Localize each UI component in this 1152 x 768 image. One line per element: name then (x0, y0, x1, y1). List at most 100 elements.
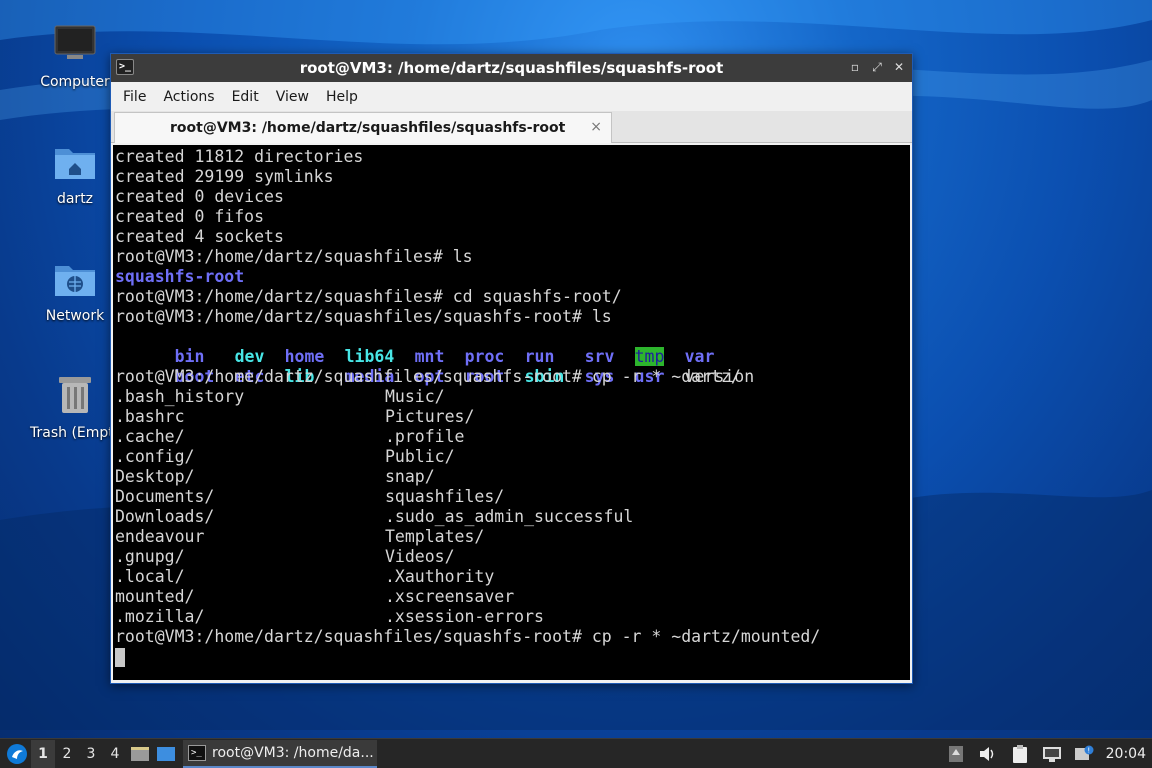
home-entry-left: endeavour (115, 527, 205, 546)
terminal-window: >_ root@VM3: /home/dartz/squashfiles/squ… (110, 53, 913, 684)
home-entry-left: .local/ (115, 567, 185, 586)
ls-entry: dev (234, 347, 265, 366)
tab-terminal[interactable]: root@VM3: /home/dartz/squashfiles/squash… (114, 112, 612, 143)
minimize-icon[interactable]: ▫ (848, 59, 862, 75)
home-folder-icon (55, 149, 95, 179)
lubuntu-logo-icon (7, 743, 27, 764)
ls-entry: home (284, 347, 325, 366)
home-entry-right: Pictures/ (385, 407, 475, 426)
maximize-icon[interactable]: ⤢ (870, 59, 884, 75)
tray-network[interactable] (1038, 740, 1066, 768)
window-controls: ▫ ⤢ ✕ (848, 59, 906, 75)
svg-text:!: ! (1087, 746, 1090, 754)
desktop-icon-network[interactable]: Network (30, 260, 120, 324)
tab-label: root@VM3: /home/dartz/squashfiles/squash… (170, 120, 566, 136)
home-entry-left: Documents/ (115, 487, 215, 506)
home-entry-right: Music/ (385, 387, 445, 406)
home-entry-right: .Xauthority (385, 567, 495, 586)
terminal-output[interactable]: created 11812 directories created 29199 … (113, 145, 910, 680)
clipboard-icon (1012, 744, 1027, 763)
home-listing-row: mounted/ .xscreensaver (115, 587, 910, 607)
home-listing-row: Downloads/ .sudo_as_admin_successful (115, 507, 910, 527)
home-listing-row: .bashrc Pictures/ (115, 407, 910, 427)
desktop-icon-label: dartz (56, 191, 94, 207)
menu-edit[interactable]: Edit (231, 89, 267, 105)
update-icon (948, 745, 963, 762)
workspace-2[interactable]: 2 (55, 740, 79, 768)
home-entry-left: .bash_history (115, 387, 245, 406)
tray-up-arrow[interactable] (942, 740, 970, 768)
desktop-icon-home[interactable]: dartz (30, 143, 120, 207)
taskbar: 1 2 3 4 >_ root@VM3: /home/da... ! 20:04 (0, 738, 1152, 768)
window-titlebar[interactable]: >_ root@VM3: /home/dartz/squashfiles/squ… (111, 54, 912, 82)
system-tray: ! 20:04 (942, 740, 1152, 768)
home-listing: .bash_history Music/.bashrc Pictures/.cach… (115, 387, 910, 627)
tray-notification[interactable]: ! (1070, 740, 1098, 768)
home-entry-left: .mozilla/ (115, 607, 205, 626)
tab-close-icon[interactable]: × (590, 119, 602, 135)
menu-help[interactable]: Help (325, 89, 366, 105)
home-entry-right: squashfiles/ (385, 487, 505, 506)
home-entry-left: Desktop/ (115, 467, 195, 486)
show-desktop-launcher[interactable] (153, 740, 179, 768)
workspace-4[interactable]: 4 (103, 740, 127, 768)
menu-view[interactable]: View (275, 89, 317, 105)
terminal-line: created 4 sockets (115, 227, 284, 246)
home-entry-right: .xscreensaver (385, 587, 515, 606)
tab-bar: root@VM3: /home/dartz/squashfiles/squash… (111, 111, 912, 143)
menu-file[interactable]: File (122, 89, 154, 105)
workspace-1[interactable]: 1 (31, 739, 55, 768)
menu-bar: File Actions Edit View Help (111, 82, 912, 111)
computer-icon (54, 25, 96, 59)
home-entry-right: .xsession-errors (385, 607, 544, 626)
task-terminal[interactable]: >_ root@VM3: /home/da... (183, 739, 377, 768)
desktop-icon (157, 746, 175, 761)
desktop-icon-computer[interactable]: Computer (30, 24, 120, 90)
close-icon[interactable]: ✕ (892, 59, 906, 75)
home-entry-left: .gnupg/ (115, 547, 185, 566)
ls-entry: proc (464, 347, 505, 366)
home-entry-right: .sudo_as_admin_successful (385, 507, 634, 526)
terminal-line: root@VM3:/home/dartz/squashfiles# cd squ… (115, 287, 622, 306)
desktop-icon-trash[interactable]: Trash (Empty) (30, 373, 128, 441)
ls-entry: run (524, 347, 555, 366)
home-entry-left: .cache/ (115, 427, 185, 446)
file-manager-launcher[interactable] (127, 740, 153, 768)
home-entry-right: Public/ (385, 447, 455, 466)
network-icon (1042, 746, 1061, 762)
terminal-line: root@VM3:/home/dartz/squashfiles/squashf… (115, 367, 741, 386)
home-listing-row: .config/Public/ (115, 447, 910, 467)
home-entry-right: .profile (385, 427, 465, 446)
terminal-app-icon[interactable]: >_ (116, 59, 134, 75)
workspace-3[interactable]: 3 (79, 740, 103, 768)
home-listing-row: .bash_history Music/ (115, 387, 910, 407)
terminal-line: root@VM3:/home/dartz/squashfiles/squashf… (115, 307, 612, 326)
home-entry-right: Videos/ (385, 547, 455, 566)
tray-volume[interactable] (974, 740, 1002, 768)
terminal-task-icon: >_ (188, 744, 206, 761)
ls-entry-wrap: tmp (634, 347, 685, 367)
tray-clipboard[interactable] (1006, 740, 1034, 768)
home-entry-left: .config/ (115, 447, 195, 466)
home-listing-row: .mozilla/ .xsession-errors (115, 607, 910, 627)
network-folder-icon (55, 266, 95, 296)
home-listing-row: .cache/ .profile (115, 427, 910, 447)
terminal-line: created 0 fifos (115, 207, 265, 226)
home-entry-left: Downloads/ (115, 507, 215, 526)
terminal-prompt-line (115, 647, 910, 667)
task-label: root@VM3: /home/da... (212, 744, 374, 761)
notification-icon: ! (1074, 745, 1094, 760)
volume-icon (979, 746, 993, 761)
desktop-icon-label: Trash (Empty) (30, 425, 128, 441)
start-menu-button[interactable] (3, 740, 31, 768)
desktop-icon-label: Network (45, 308, 105, 324)
home-listing-row: .local/ .Xauthority (115, 567, 910, 587)
terminal-cursor (115, 648, 125, 667)
menu-actions[interactable]: Actions (162, 89, 222, 105)
ls-entry: var (684, 347, 715, 366)
ls-entry: bin (174, 347, 205, 366)
ls-entry: srv (584, 347, 615, 366)
file-manager-icon (131, 746, 149, 761)
trash-icon (59, 377, 91, 413)
ls-row-1: bin dev home lib64 mnt proc run srv tmp var (115, 327, 910, 366)
